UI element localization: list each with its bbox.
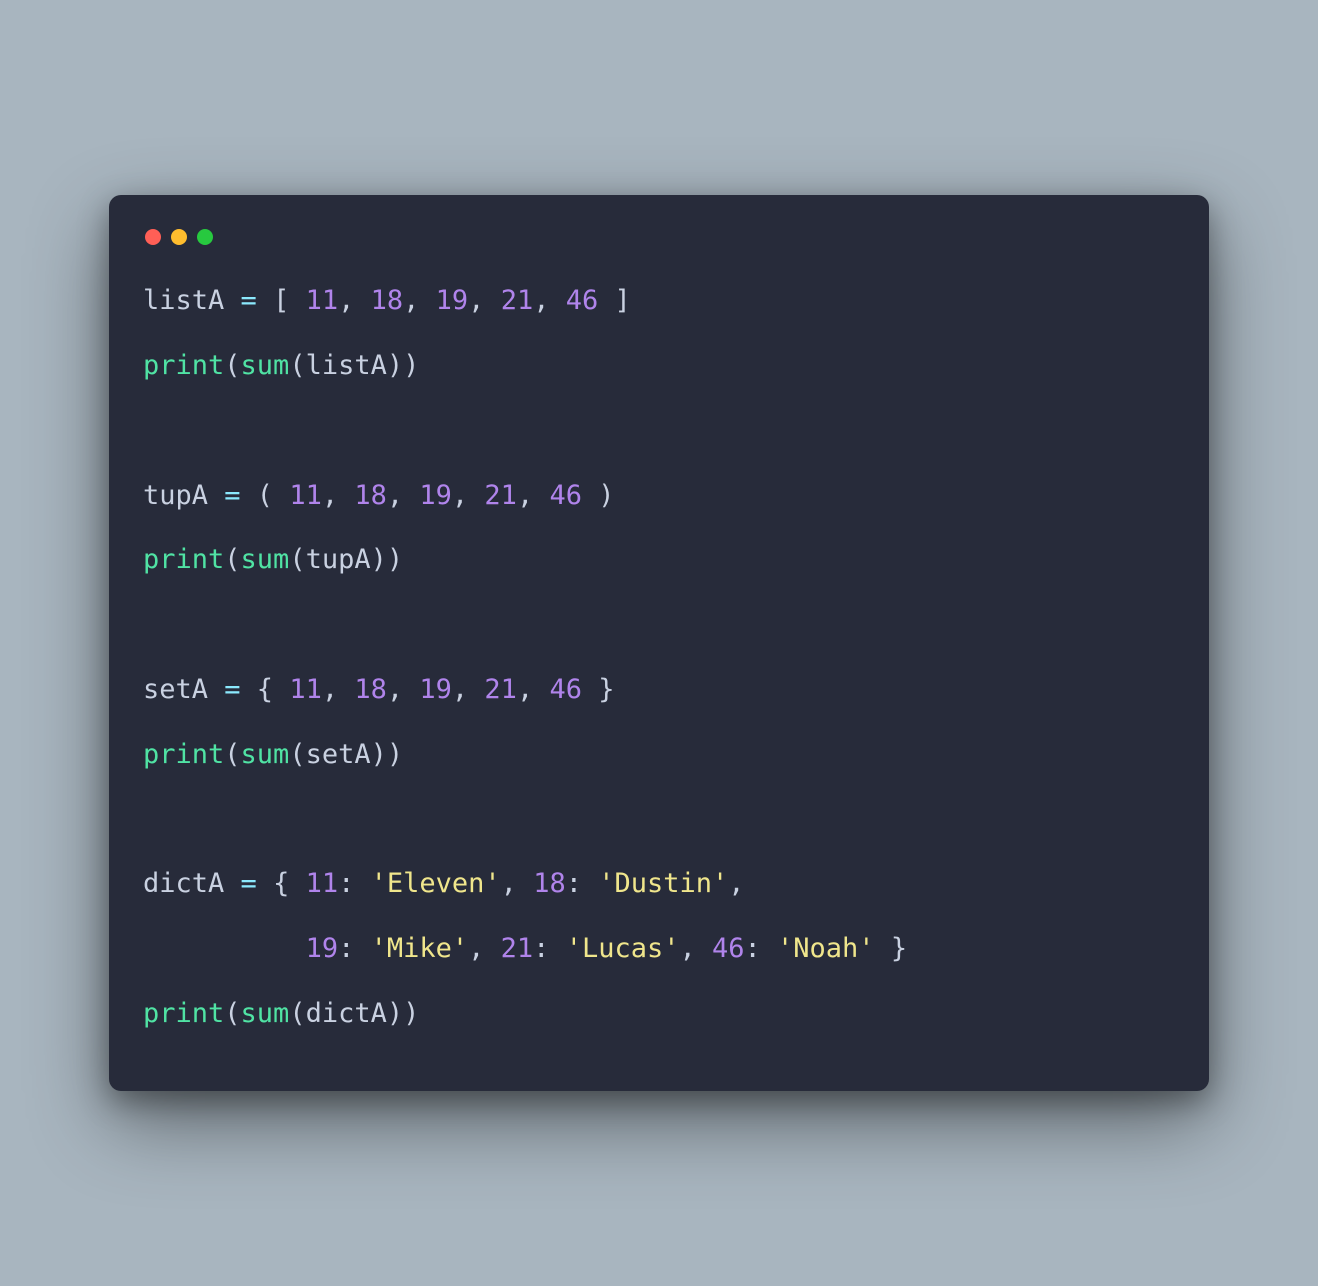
code-token-default: , <box>403 285 436 316</box>
code-token-num: 19 <box>419 480 452 511</box>
code-token-func: print <box>143 544 224 575</box>
code-token-num: 19 <box>436 285 469 316</box>
code-token-num: 19 <box>306 933 339 964</box>
code-token-func: print <box>143 350 224 381</box>
code-token-num: 21 <box>501 933 534 964</box>
code-token-default: setA <box>143 674 224 705</box>
code-token-default: tupA <box>143 480 224 511</box>
code-block: listA = [ 11, 18, 19, 21, 46 ] print(sum… <box>143 269 1175 1047</box>
code-token-default: , <box>468 285 501 316</box>
code-token-func: print <box>143 739 224 770</box>
close-icon[interactable] <box>145 229 161 245</box>
code-token-num: 21 <box>501 285 534 316</box>
code-token-default: , <box>728 868 761 899</box>
code-token-default: { <box>241 674 290 705</box>
code-token-num: 19 <box>419 674 452 705</box>
code-token-str: 'Noah' <box>777 933 875 964</box>
code-token-op: = <box>241 285 257 316</box>
code-token-num: 11 <box>306 285 339 316</box>
code-token-op: = <box>241 868 257 899</box>
zoom-icon[interactable] <box>197 229 213 245</box>
code-token-num: 11 <box>306 868 339 899</box>
code-token-default: (dictA)) <box>289 998 419 1029</box>
code-token-func: sum <box>241 350 290 381</box>
code-token-num: 18 <box>354 674 387 705</box>
code-token-str: 'Mike' <box>371 933 469 964</box>
code-token-func: sum <box>241 544 290 575</box>
code-token-num: 18 <box>533 868 566 899</box>
code-token-default: dictA <box>143 868 241 899</box>
code-token-default: , <box>468 933 501 964</box>
code-token-str: 'Eleven' <box>371 868 501 899</box>
code-token-func: sum <box>241 998 290 1029</box>
code-token-default: : <box>338 933 371 964</box>
code-token-default: , <box>452 674 485 705</box>
code-token-num: 46 <box>549 674 582 705</box>
code-token-default: , <box>322 674 355 705</box>
code-token-default: : <box>338 868 371 899</box>
window-controls <box>143 223 1175 269</box>
code-token-default: } <box>582 674 615 705</box>
code-token-default: (listA)) <box>289 350 419 381</box>
code-token-default: , <box>501 868 534 899</box>
code-token-default: ( <box>224 998 240 1029</box>
code-token-default: ( <box>224 544 240 575</box>
code-token-str: 'Dustin' <box>598 868 728 899</box>
code-token-default: , <box>517 674 550 705</box>
code-token-num: 46 <box>566 285 599 316</box>
code-token-default: ) <box>582 480 615 511</box>
code-token-default: : <box>745 933 778 964</box>
code-token-default: , <box>517 480 550 511</box>
code-token-default: , <box>387 674 420 705</box>
code-token-default: { <box>257 868 306 899</box>
code-token-default: listA <box>143 285 241 316</box>
code-token-default: , <box>679 933 712 964</box>
code-token-num: 46 <box>549 480 582 511</box>
code-token-default: ( <box>224 739 240 770</box>
code-token-op: = <box>224 674 240 705</box>
code-token-num: 18 <box>371 285 404 316</box>
code-token-default: (tupA)) <box>289 544 403 575</box>
code-token-num: 21 <box>484 674 517 705</box>
code-token-default: } <box>875 933 908 964</box>
code-token-op: = <box>224 480 240 511</box>
code-token-num: 11 <box>289 674 322 705</box>
code-token-func: print <box>143 998 224 1029</box>
code-token-default: : <box>533 933 566 964</box>
code-token-default: , <box>533 285 566 316</box>
code-token-default: , <box>452 480 485 511</box>
code-token-default: (setA)) <box>289 739 403 770</box>
code-token-default <box>143 933 306 964</box>
code-token-default: , <box>387 480 420 511</box>
code-token-num: 18 <box>354 480 387 511</box>
code-token-default: ( <box>224 350 240 381</box>
code-token-default: ] <box>598 285 631 316</box>
code-token-default: , <box>322 480 355 511</box>
code-token-num: 46 <box>712 933 745 964</box>
code-token-num: 11 <box>289 480 322 511</box>
code-token-num: 21 <box>484 480 517 511</box>
minimize-icon[interactable] <box>171 229 187 245</box>
code-token-default: , <box>338 285 371 316</box>
code-token-func: sum <box>241 739 290 770</box>
code-token-default: [ <box>257 285 306 316</box>
code-token-default: ( <box>241 480 290 511</box>
code-window: listA = [ 11, 18, 19, 21, 46 ] print(sum… <box>109 195 1209 1091</box>
code-token-str: 'Lucas' <box>566 933 680 964</box>
code-token-default: : <box>566 868 599 899</box>
page-background: listA = [ 11, 18, 19, 21, 46 ] print(sum… <box>0 0 1318 1286</box>
